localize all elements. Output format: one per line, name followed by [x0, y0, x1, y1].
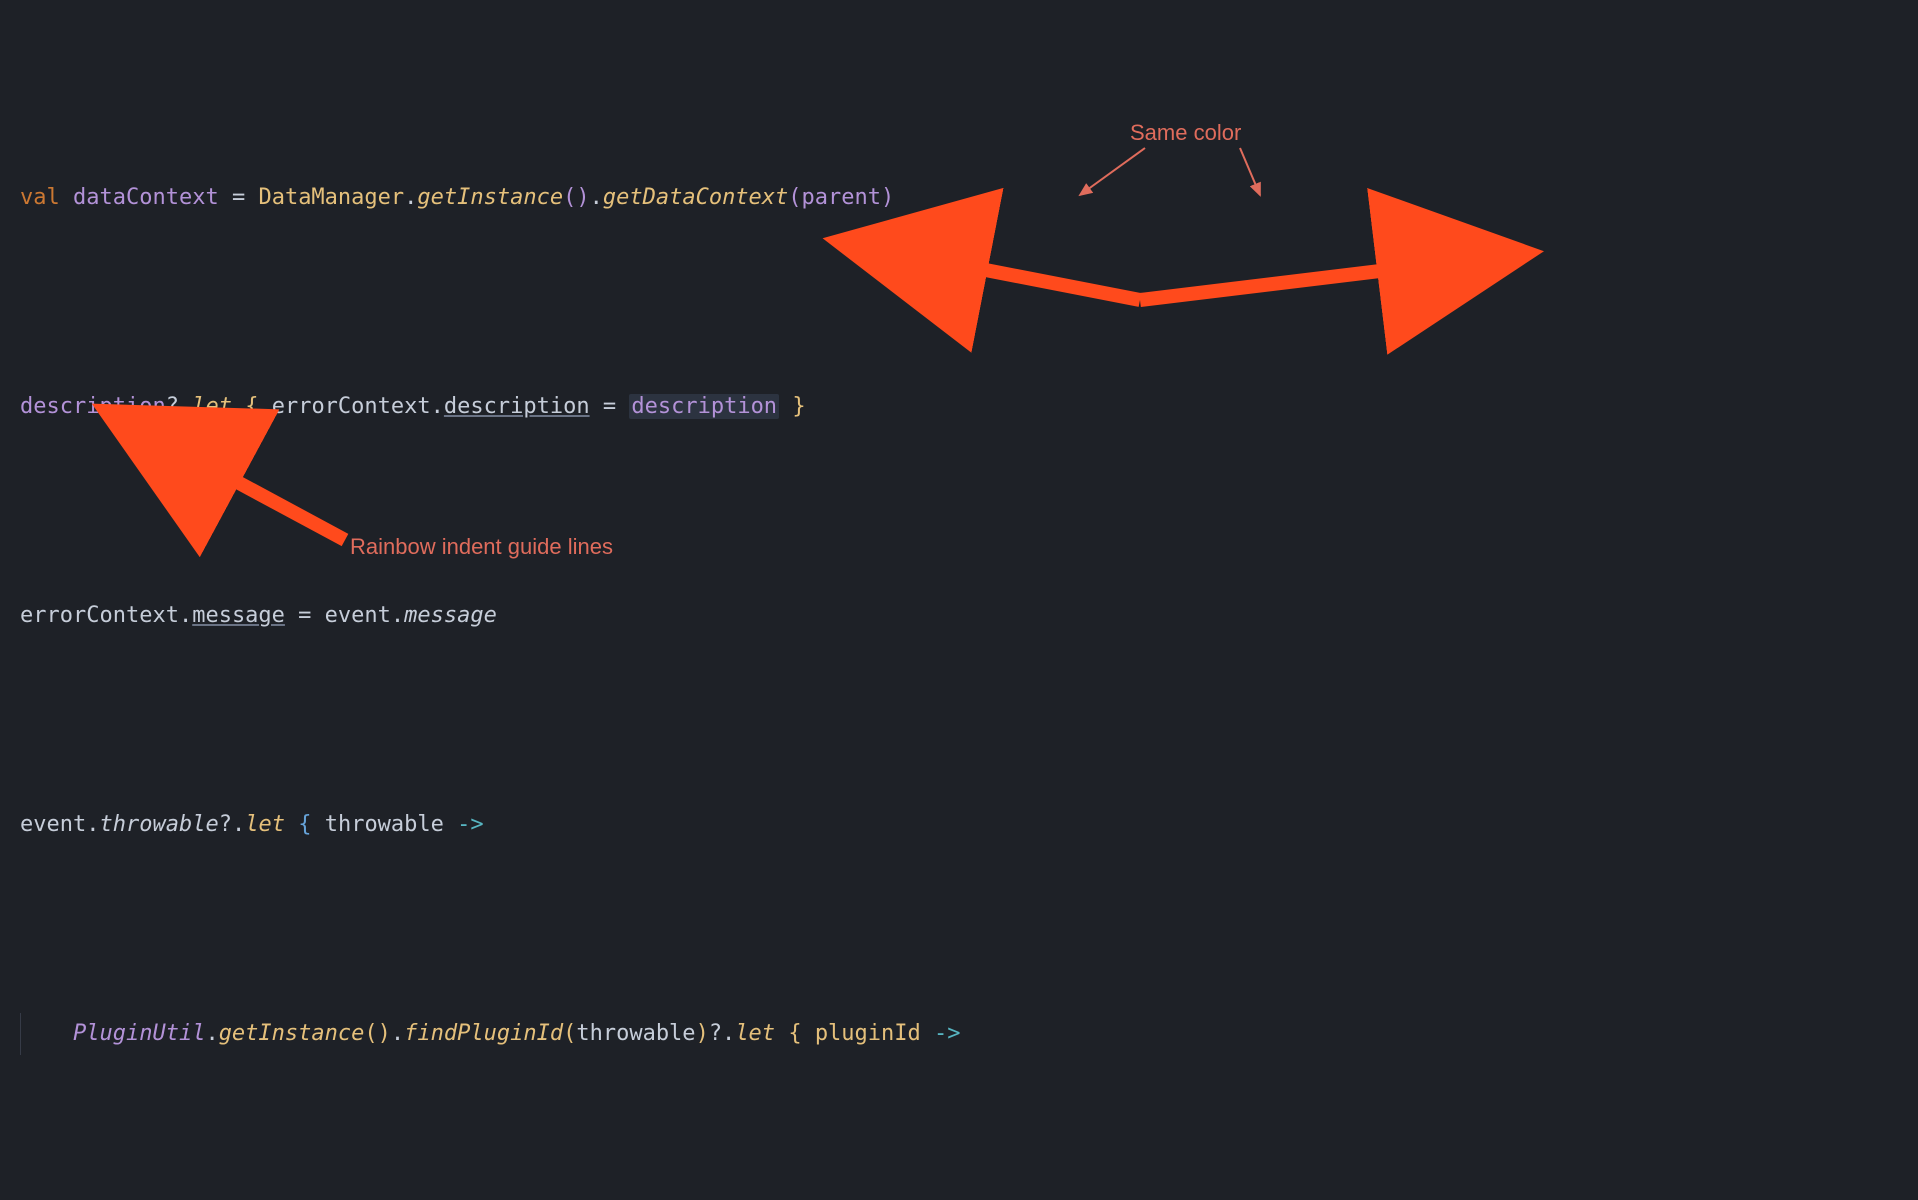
- identifier: description: [631, 394, 777, 419]
- method-let: let: [735, 1021, 775, 1046]
- code-line: PluginUtil.getInstance().findPluginId(th…: [20, 1013, 1918, 1055]
- brace-close: }: [792, 394, 805, 419]
- code-line: val dataContext = DataManager.getInstanc…: [20, 177, 1918, 219]
- identifier: event: [325, 603, 391, 628]
- method: findPluginId: [404, 1021, 563, 1046]
- code-editor[interactable]: val dataContext = DataManager.getInstanc…: [0, 0, 1918, 1200]
- arrow-icon: ->: [457, 812, 484, 837]
- paren-close: ): [576, 185, 589, 210]
- code-line: event.throwable?.let { throwable ->: [20, 804, 1918, 846]
- property: description: [444, 394, 590, 419]
- brace-open: {: [245, 394, 258, 419]
- lambda-param: throwable: [325, 812, 444, 837]
- brace-open: {: [788, 1021, 801, 1046]
- method: getInstance: [219, 1021, 365, 1046]
- property: message: [404, 603, 497, 628]
- identifier: event: [20, 812, 86, 837]
- identifier: parent: [802, 185, 881, 210]
- type: PluginUtil: [73, 1021, 205, 1046]
- arrow-icon: ->: [934, 1021, 961, 1046]
- paren-close: ): [881, 185, 894, 210]
- method-let: let: [245, 812, 285, 837]
- property: message: [192, 603, 285, 628]
- keyword-val: val: [20, 185, 60, 210]
- paren-open: (: [563, 185, 576, 210]
- identifier: throwable: [576, 1021, 695, 1046]
- paren-open: (: [788, 185, 801, 210]
- identifier: errorContext: [20, 603, 179, 628]
- method: getDataContext: [603, 185, 788, 210]
- identifier: dataContext: [73, 185, 219, 210]
- brace-open: {: [298, 812, 311, 837]
- code-line: errorContext.message = event.message: [20, 595, 1918, 637]
- method: getInstance: [417, 185, 563, 210]
- lambda-param: pluginId: [815, 1021, 921, 1046]
- code-line: description?.let { errorContext.descript…: [20, 386, 1918, 428]
- op-equals: =: [232, 185, 245, 210]
- type: DataManager: [258, 185, 404, 210]
- property: throwable: [99, 812, 218, 837]
- identifier: description: [20, 394, 166, 419]
- method-let: let: [192, 394, 232, 419]
- identifier: errorContext: [272, 394, 431, 419]
